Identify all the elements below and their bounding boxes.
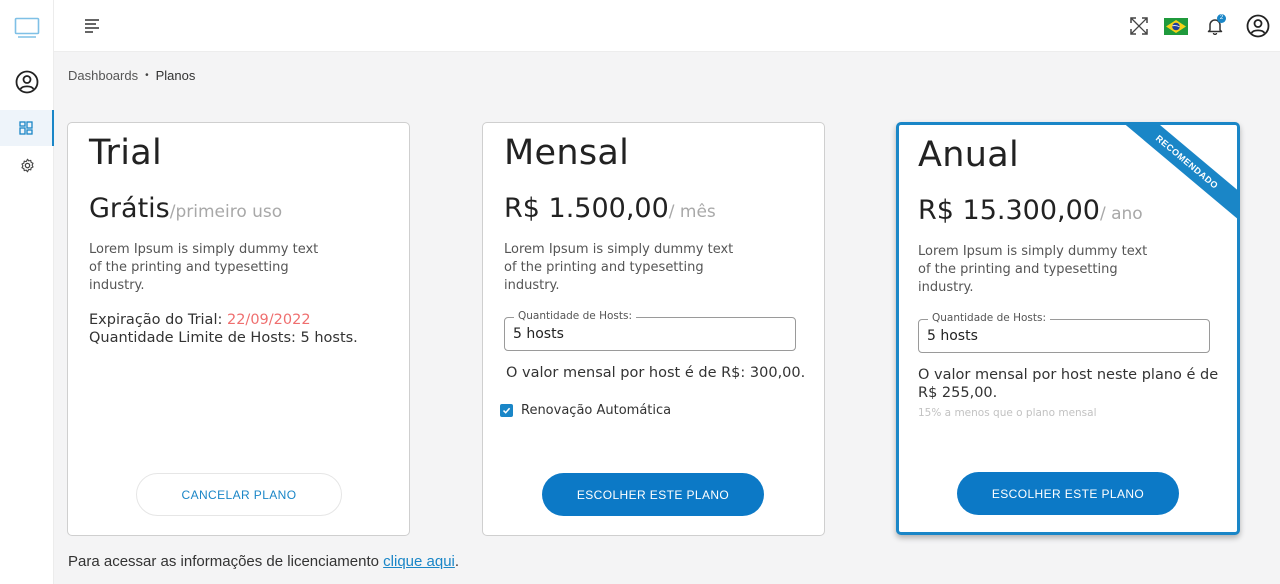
host-price-text: O valor mensal por host é de R$: 300,00.: [506, 365, 806, 381]
plan-card-mensal: Mensal R$ 1.500,00/ mês Lorem Ipsum is s…: [482, 122, 825, 536]
monitor-icon: [14, 17, 40, 38]
plan-card-anual: RECOMENDADO Anual R$ 15.300,00/ ano Lore…: [896, 122, 1240, 535]
host-quantity-value: 5 hosts: [927, 328, 978, 344]
auto-renew-label: Renovação Automática: [521, 403, 672, 418]
sidebar-item-dashboards[interactable]: [0, 110, 54, 146]
plan-card-trial: Trial Grátis/primeiro uso Lorem Ipsum is…: [67, 122, 410, 536]
notifications-button[interactable]: 2: [1202, 12, 1228, 40]
trial-expiration: Expiração do Trial: 22/09/2022: [89, 311, 358, 329]
price-unit: / mês: [668, 202, 716, 222]
user-circle-icon: [15, 70, 39, 94]
price-row: R$ 15.300,00/ ano: [918, 195, 1143, 226]
recommended-ribbon: RECOMENDADO: [1117, 125, 1237, 245]
notification-badge: 2: [1217, 14, 1226, 23]
expiration-label: Expiração do Trial:: [89, 312, 227, 328]
choose-plan-button-anual[interactable]: ESCOLHER ESTE PLANO: [957, 472, 1179, 515]
plan-title: Mensal: [504, 133, 630, 173]
auto-renew-checkbox[interactable]: Renovação Automática: [500, 403, 671, 418]
user-circle-icon: [1246, 14, 1270, 38]
user-menu-button[interactable]: [1244, 12, 1272, 40]
sidebar-item-profile[interactable]: [0, 66, 54, 98]
host-limit: Quantidade Limite de Hosts: 5 hosts.: [89, 330, 358, 346]
host-quantity-value: 5 hosts: [513, 326, 564, 342]
host-quantity-label: Quantidade de Hosts:: [514, 310, 636, 322]
plan-title: Anual: [918, 135, 1019, 175]
licensing-footer: Para acessar as informações de licenciam…: [68, 553, 459, 570]
host-quantity-select[interactable]: Quantidade de Hosts: 5 hosts: [918, 312, 1210, 353]
dashboard-icon: [19, 121, 33, 135]
brazil-flag-icon: [1164, 17, 1188, 35]
cancel-plan-button[interactable]: CANCELAR PLANO: [136, 473, 342, 516]
sidebar: [0, 0, 54, 584]
plan-price: R$ 15.300,00: [918, 195, 1100, 226]
discount-note: 15% a menos que o plano mensal: [918, 407, 1097, 419]
breadcrumb-current: Planos: [155, 68, 196, 83]
host-price-text: O valor mensal por host neste plano é de…: [918, 367, 1219, 401]
plan-description: Lorem Ipsum is simply dummy text of the …: [89, 242, 319, 293]
checkbox-checked-icon[interactable]: [500, 404, 513, 417]
plan-description: Lorem Ipsum is simply dummy text of the …: [918, 244, 1148, 295]
price-row: R$ 1.500,00/ mês: [504, 193, 716, 224]
trial-info: Expiração do Trial: 22/09/2022 Quantidad…: [89, 311, 358, 347]
breadcrumb-separator: •: [145, 70, 149, 81]
menu-toggle-button[interactable]: [80, 14, 104, 38]
expiration-date: 22/09/2022: [226, 312, 311, 328]
app-logo[interactable]: [0, 12, 54, 44]
plan-price: R$ 1.500,00: [504, 193, 669, 224]
gear-icon: [20, 158, 34, 172]
licensing-link[interactable]: clique aqui: [383, 553, 455, 570]
price-row: Grátis/primeiro uso: [89, 193, 282, 224]
sidebar-item-settings[interactable]: [0, 148, 54, 182]
top-bar: 2: [54, 0, 1280, 52]
plan-description: Lorem Ipsum is simply dummy text of the …: [504, 242, 734, 293]
menu-icon: [85, 19, 99, 33]
plan-price: Grátis: [89, 193, 170, 224]
plan-title: Trial: [89, 133, 163, 173]
price-unit: / ano: [1099, 204, 1143, 224]
language-selector[interactable]: [1161, 12, 1191, 40]
fullscreen-icon: [1130, 17, 1148, 35]
host-quantity-label: Quantidade de Hosts:: [928, 312, 1050, 324]
footer-text: Para acessar as informações de licenciam…: [68, 553, 384, 570]
fullscreen-button[interactable]: [1126, 12, 1152, 40]
footer-suffix: .: [454, 553, 460, 570]
host-quantity-select[interactable]: Quantidade de Hosts: 5 hosts: [504, 310, 796, 351]
choose-plan-button-mensal[interactable]: ESCOLHER ESTE PLANO: [542, 473, 764, 516]
breadcrumb: Dashboards • Planos: [68, 68, 195, 83]
breadcrumb-dashboards[interactable]: Dashboards: [68, 68, 138, 83]
price-unit: /primeiro uso: [169, 202, 283, 222]
